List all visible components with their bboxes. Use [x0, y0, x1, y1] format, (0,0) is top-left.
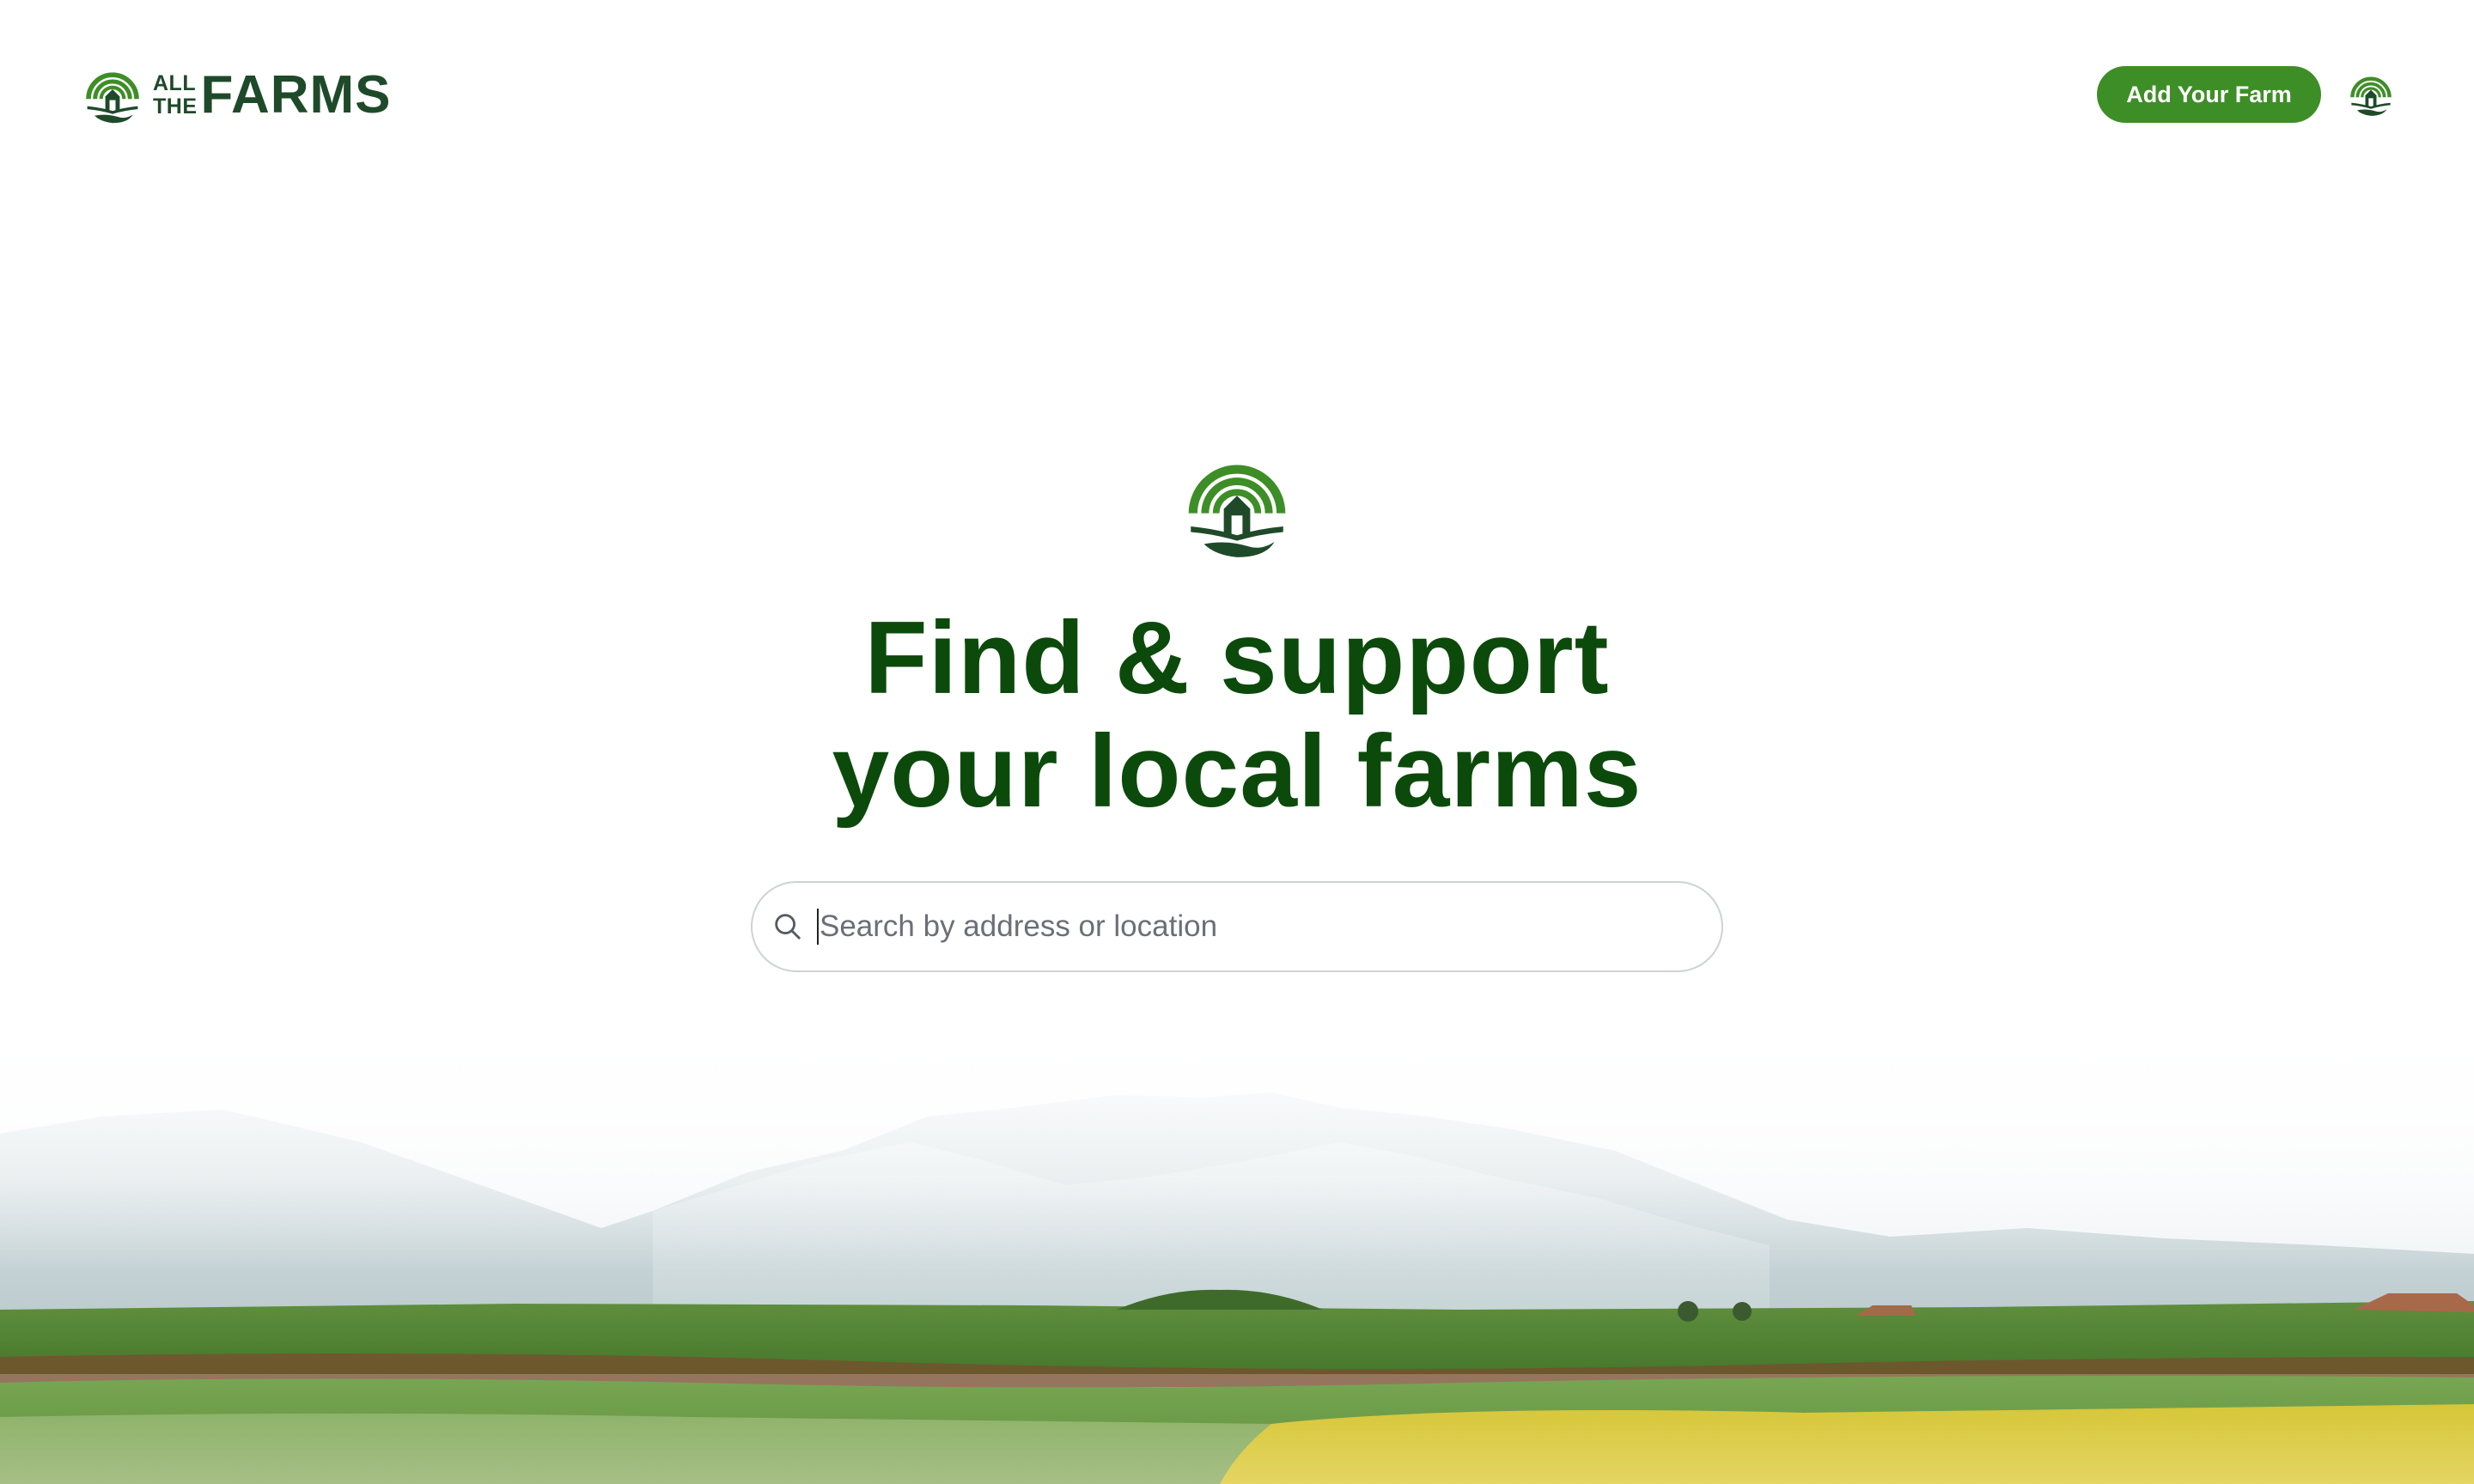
hero-logo	[1182, 452, 1292, 562]
hero-title-line-2: your local farms	[832, 714, 1642, 829]
brand-logo[interactable]: ALL THE FARMS	[82, 62, 392, 129]
search-bar[interactable]	[751, 881, 1723, 972]
hero-title: Find & support your local farms	[0, 601, 2474, 828]
search-icon	[771, 910, 804, 943]
brand-all: ALL	[153, 71, 197, 95]
brand-the: THE	[153, 94, 198, 119]
text-cursor	[817, 909, 819, 945]
brand-farms: FARMS	[200, 65, 392, 125]
add-your-farm-button[interactable]: Add Your Farm	[2097, 66, 2321, 123]
farm-landscape-image	[0, 1013, 2474, 1484]
brand-small-text: ALL THE	[153, 72, 198, 119]
brand-wordmark: ALL THE FARMS	[153, 65, 392, 125]
site-header: ALL THE FARMS Add Your Farm	[0, 0, 2474, 189]
account-menu-button[interactable]	[2348, 71, 2394, 118]
farm-logo-icon	[1188, 465, 1286, 557]
hero-title-line-1: Find & support	[864, 600, 1610, 715]
page: ALL THE FARMS Add Your Farm Find & suppo…	[0, 0, 2474, 1484]
farm-logo-icon	[2350, 76, 2392, 116]
farm-logo-icon	[86, 72, 139, 124]
search-input[interactable]	[820, 901, 1679, 952]
